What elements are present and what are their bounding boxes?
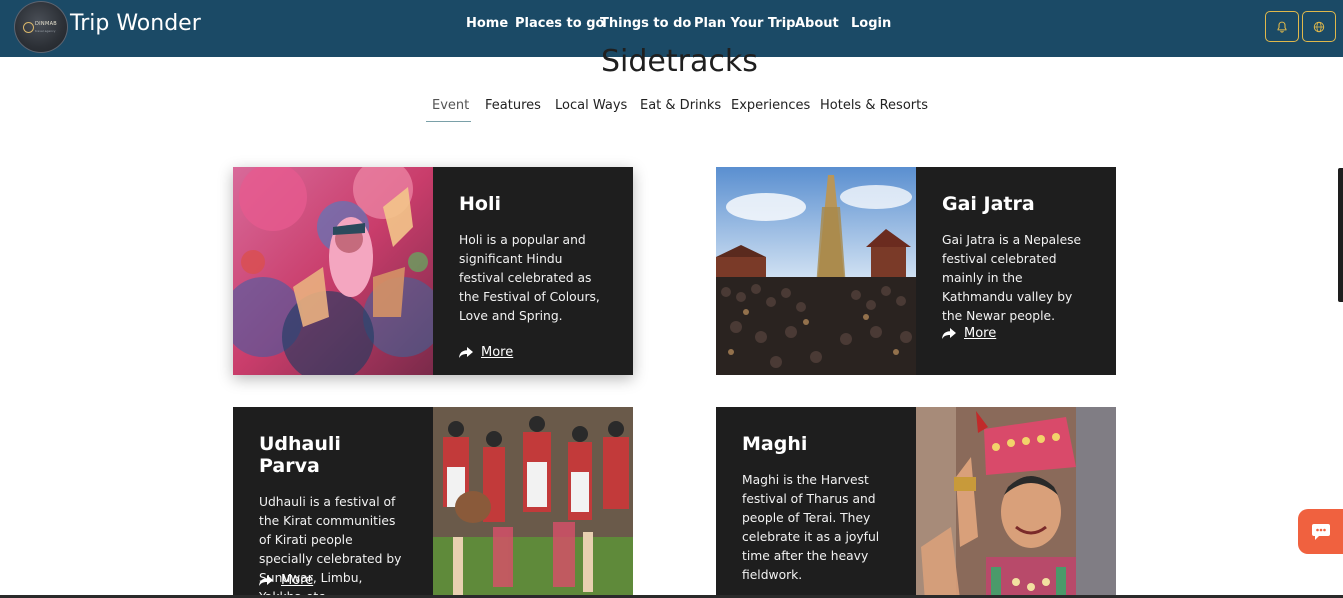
event-card-holi[interactable]: Holi Holi is a popular and significant H… bbox=[233, 167, 633, 375]
more-link-label[interactable]: More bbox=[281, 573, 313, 588]
logo[interactable]: DINMAB travel agency bbox=[14, 1, 68, 53]
active-tab-indicator bbox=[426, 121, 471, 122]
holi-more-link[interactable]: More bbox=[459, 345, 513, 360]
nav-plan-your-trip[interactable]: Plan Your Trip bbox=[694, 16, 796, 31]
bell-icon bbox=[1277, 21, 1287, 33]
event-card-maghi[interactable]: Maghi Maghi is the Harvest festival of T… bbox=[716, 407, 1116, 598]
holi-photo bbox=[233, 167, 433, 375]
logo-subtext: travel agency bbox=[35, 29, 56, 33]
tab-hotels-resorts[interactable]: Hotels & Resorts bbox=[820, 98, 928, 113]
share-arrow-icon bbox=[459, 346, 473, 358]
nav-about[interactable]: About bbox=[795, 16, 839, 31]
udhauli-card-body: Udhauli Parva Udhauli is a festival of t… bbox=[233, 407, 433, 598]
tab-experiences[interactable]: Experiences bbox=[731, 98, 810, 113]
udhauli-more-link[interactable]: More bbox=[259, 573, 313, 588]
tab-event[interactable]: Event bbox=[432, 98, 469, 113]
globe-icon bbox=[1313, 21, 1325, 32]
chat-button[interactable] bbox=[1298, 509, 1343, 554]
logo-text: DINMAB bbox=[35, 21, 58, 27]
language-button[interactable] bbox=[1302, 11, 1336, 42]
share-arrow-icon bbox=[942, 327, 956, 339]
card-description: Maghi is the Harvest festival of Tharus … bbox=[742, 473, 880, 582]
side-feedback-tab[interactable] bbox=[1338, 168, 1343, 302]
event-card-gai-jatra[interactable]: Gai Jatra Gai Jatra is a Nepalese festiv… bbox=[716, 167, 1116, 375]
nav-things-to-do[interactable]: Things to do bbox=[600, 16, 691, 31]
section-title: Sidetracks bbox=[601, 44, 758, 79]
gai-jatra-card-body: Gai Jatra Gai Jatra is a Nepalese festiv… bbox=[916, 167, 1116, 375]
holi-card-body: Holi Holi is a popular and significant H… bbox=[433, 167, 633, 375]
maghi-card-body: Maghi Maghi is the Harvest festival of T… bbox=[716, 407, 916, 598]
tab-eat-drinks[interactable]: Eat & Drinks bbox=[640, 98, 721, 113]
notifications-button[interactable] bbox=[1265, 11, 1299, 42]
brand-name[interactable]: Trip Wonder bbox=[70, 11, 201, 36]
maghi-photo bbox=[916, 407, 1116, 598]
udhauli-photo bbox=[433, 407, 633, 598]
more-link-label[interactable]: More bbox=[964, 326, 996, 341]
tab-features[interactable]: Features bbox=[485, 98, 541, 113]
card-title: Udhauli Parva bbox=[259, 433, 341, 477]
more-link-label[interactable]: More bbox=[481, 345, 513, 360]
event-card-udhauli-parva[interactable]: Udhauli Parva Udhauli is a festival of t… bbox=[233, 407, 633, 598]
logo-emblem bbox=[23, 22, 34, 33]
card-description: Holi is a popular and significant Hindu … bbox=[459, 233, 600, 323]
gai-jatra-photo bbox=[716, 167, 916, 375]
chat-bubble-icon bbox=[1311, 523, 1330, 540]
card-title: Gai Jatra bbox=[942, 193, 1035, 215]
tab-local-ways[interactable]: Local Ways bbox=[555, 98, 627, 113]
card-title: Maghi bbox=[742, 433, 808, 455]
nav-places-to-go[interactable]: Places to go bbox=[515, 16, 604, 31]
card-description: Gai Jatra is a Nepalese festival celebra… bbox=[942, 233, 1082, 323]
nav-login[interactable]: Login bbox=[851, 16, 891, 31]
gai-jatra-more-link[interactable]: More bbox=[942, 326, 996, 341]
card-title: Holi bbox=[459, 193, 501, 215]
nav-home[interactable]: Home bbox=[466, 16, 508, 31]
share-arrow-icon bbox=[259, 574, 273, 586]
